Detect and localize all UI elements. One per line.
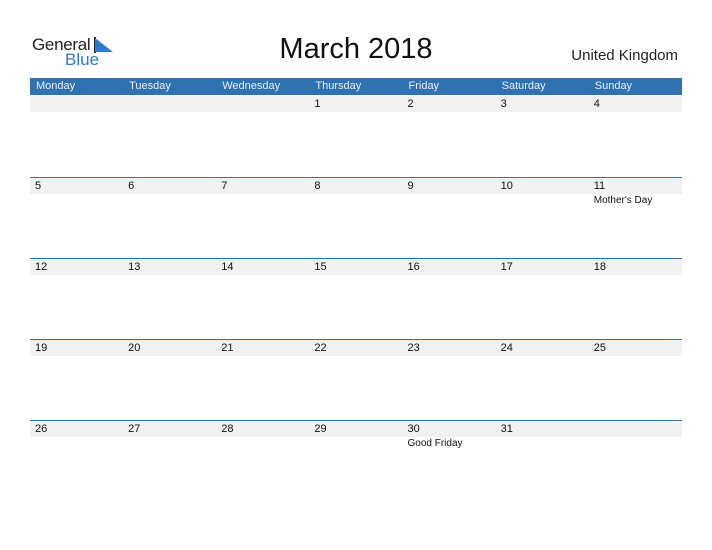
weekday-header: Monday Tuesday Wednesday Thursday Friday…	[30, 78, 682, 95]
day-number-band: 19 20 21 22 23 24 25	[30, 340, 682, 356]
day-number: 2	[407, 98, 414, 110]
day-number: 31	[500, 423, 513, 435]
day-number: 6	[128, 180, 135, 192]
day-number: 16	[407, 261, 420, 273]
holiday-label	[30, 437, 123, 451]
holiday-label	[496, 437, 589, 451]
holiday-label	[216, 194, 309, 208]
day-number	[123, 96, 216, 112]
holiday-label	[309, 437, 402, 451]
day-number: 1	[314, 98, 321, 110]
day-number: 3	[500, 98, 507, 110]
day-number: 19	[35, 342, 48, 354]
weekday-saturday: Saturday	[501, 80, 546, 92]
week-row: 26 27 28 29 30 31 Good Friday	[30, 421, 682, 451]
events-band: Good Friday	[30, 437, 682, 451]
day-number: 27	[128, 423, 141, 435]
day-number: 10	[500, 180, 513, 192]
holiday-label	[496, 194, 589, 208]
day-number: 29	[314, 423, 327, 435]
day-number-band: 26 27 28 29 30 31	[30, 421, 682, 437]
day-number-band: 1 2 3 4	[30, 96, 682, 112]
day-number	[30, 96, 123, 112]
day-number	[589, 421, 682, 437]
week-row: 12 13 14 15 16 17 18	[30, 259, 682, 275]
day-number: 8	[314, 180, 321, 192]
day-number-band: 12 13 14 15 16 17 18	[30, 259, 682, 275]
day-number: 17	[500, 261, 513, 273]
day-number: 7	[221, 180, 228, 192]
weekday-monday: Monday	[36, 80, 76, 92]
weekday-thursday: Thursday	[315, 80, 362, 92]
day-number: 18	[593, 261, 606, 273]
holiday-label	[123, 194, 216, 208]
day-number: 14	[221, 261, 234, 273]
holiday-label	[30, 194, 123, 208]
holiday-label: Mother's Day	[593, 195, 653, 206]
day-number: 24	[500, 342, 513, 354]
country-label: United Kingdom	[571, 47, 678, 64]
weekday-sunday: Sunday	[594, 80, 633, 92]
day-number: 12	[35, 261, 48, 273]
holiday-label	[403, 194, 496, 208]
weekday-friday: Friday	[408, 80, 440, 92]
day-number: 13	[128, 261, 141, 273]
day-number: 21	[221, 342, 234, 354]
day-number: 22	[314, 342, 327, 354]
day-number: 23	[407, 342, 420, 354]
week-row: 1 2 3 4	[30, 96, 682, 112]
day-number: 25	[593, 342, 606, 354]
day-number-band: 5 6 7 8 9 10 11	[30, 178, 682, 194]
holiday-label: Good Friday	[407, 438, 463, 449]
day-number: 11	[593, 180, 606, 192]
weekday-tuesday: Tuesday	[129, 80, 171, 92]
day-number: 15	[314, 261, 327, 273]
weekday-wednesday: Wednesday	[222, 80, 281, 92]
holiday-label	[309, 194, 402, 208]
day-number: 28	[221, 423, 234, 435]
week-row: 5 6 7 8 9 10 11 Mother's Day	[30, 178, 682, 208]
day-number: 9	[407, 180, 414, 192]
day-number: 26	[35, 423, 48, 435]
day-number	[216, 96, 309, 112]
events-band: Mother's Day	[30, 194, 682, 208]
day-number: 4	[593, 98, 600, 110]
holiday-label	[216, 437, 309, 451]
holiday-label	[589, 437, 682, 451]
holiday-label	[123, 437, 216, 451]
day-number: 20	[128, 342, 141, 354]
week-row: 19 20 21 22 23 24 25	[30, 340, 682, 356]
day-number: 30	[407, 423, 420, 435]
day-number: 5	[35, 180, 42, 192]
